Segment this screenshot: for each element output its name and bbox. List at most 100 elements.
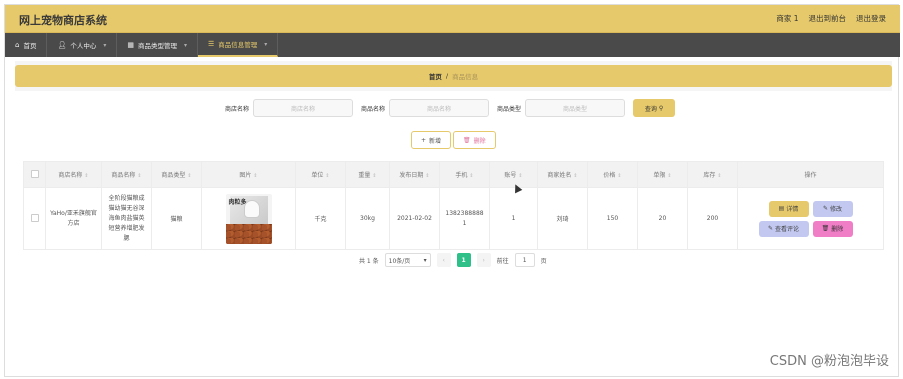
watermark: CSDN @粉泡泡毕设 [769,354,889,369]
logout-link[interactable]: 退出登录 [856,13,886,24]
nav-item-home[interactable]: ⌂ 首页 [5,33,48,57]
product-name-label: 商品名称 [361,105,386,113]
col-merchant[interactable]: 商家姓名 ⇕ [537,161,588,188]
edit-button[interactable]: ✎ 修改 [812,200,853,217]
sort-icon: ⇕ [667,173,672,179]
sort-icon: ⇕ [187,173,192,179]
nav-item-profile[interactable]: 👤︎ 个人中心 ▾ [47,33,118,57]
cell-operations: ▤ 详情 ✎ 修改 ✎ 查看评论 🗑︎ 删除 [737,187,884,250]
header-links: 商家 1 退出到前台 退出登录 [776,13,886,24]
col-product[interactable]: 商品名称 ⇕ [101,161,152,188]
batch-delete-button[interactable]: 🗑︎ 删除 [453,131,496,149]
sort-icon: ⇕ [518,173,523,179]
sort-icon: ⇕ [717,173,722,179]
product-name-input[interactable]: 商品名称 [389,99,490,117]
sort-icon: ⇕ [617,173,622,179]
sort-icon: ⇕ [372,173,377,179]
search-icon: ⚲ [658,104,664,112]
product-type-input[interactable]: 商品类型 [525,99,626,117]
breadcrumb-separator: / [445,72,449,80]
col-unit[interactable]: 单位 ⇕ [295,161,346,188]
sort-icon: ⇕ [573,173,578,179]
table-header-row: 商店名称 ⇕ 商品名称 ⇕ 商品类型 ⇕ 图片 ⇕ 单位 ⇕ 重量 ⇕ 发布日期 ⇕ 手机 ⇕ … [23,161,884,188]
page-size-value: 10条/页 [388,257,411,265]
main-panel: 商店名称 商店名称 商品名称 商品名称 商品类型 商品类型 查询 ⚲ + 新增 … [15,91,892,275]
row-select-cell[interactable] [23,187,46,250]
edit-icon: ✎ [767,225,773,232]
col-price[interactable]: 价格 ⇕ [587,161,638,188]
chevron-down-icon: ▾ [264,40,268,48]
nav-item-products[interactable]: ☰ 商品信息管理 ▾ [198,33,279,57]
prev-page-button[interactable]: ‹ [436,253,451,267]
select-all-cell[interactable] [23,161,46,188]
action-buttons: + 新增 🗑︎ 删除 [411,131,496,149]
select-all-checkbox[interactable] [30,169,39,178]
detail-button[interactable]: ▤ 详情 [768,200,809,217]
edit-label: 修改 [830,206,843,213]
breadcrumb-home[interactable]: 首页 [429,71,442,81]
cell-price: 150 [587,187,638,250]
add-label: 新增 [429,137,442,145]
nav-label: 首页 [23,42,37,50]
breadcrumb-current: 商品信息 [452,73,479,81]
chevron-down-icon: ▾ [423,256,427,264]
chevron-down-icon: ▾ [103,41,107,49]
next-page-button[interactable]: › [476,253,491,267]
content-area: 首页 / 商品信息 商店名称 商店名称 商品名称 商品名称 商品类型 商品类型 … [15,61,892,275]
row-checkbox[interactable] [30,213,39,222]
sort-icon: ⇕ [425,173,430,179]
product-kibble [225,223,272,244]
app-frame: 网上宠物商店系统 商家 1 退出到前台 退出登录 ⌂ 首页 👤︎ 个人中心 ▾ … [4,4,900,377]
sort-icon: ⇕ [84,173,89,179]
nav-item-category[interactable]: ▦ 商品类型管理 ▾ [117,33,198,57]
col-image[interactable]: 图片 ⇕ [201,161,296,188]
chevron-left-icon: ‹ [442,256,445,264]
cell-weight: 30kg [345,187,390,250]
remove-label: 删除 [831,226,844,233]
product-image[interactable]: 肉粒多 [225,193,272,244]
cell-merchant: 刘琦 [537,187,588,250]
page-size-select[interactable]: 10条/页 ▾ [384,253,431,267]
user-icon: 👤︎ [57,41,67,49]
search-bar: 商店名称 商店名称 商品名称 商品名称 商品类型 商品类型 查询 ⚲ [225,99,676,117]
col-weight[interactable]: 重量 ⇕ [345,161,390,188]
breadcrumb: 首页 / 商品信息 [15,65,892,87]
delete-row-button[interactable]: 🗑︎ 删除 [812,220,853,237]
col-account[interactable]: 账号 ⇕ [489,161,538,188]
cell-product: 全阶段猫粮成猫幼猫无谷深海鱼肉盐猫英短营养增肥发腮 [101,187,152,250]
col-store[interactable]: 商店名称 ⇕ [45,161,102,188]
nav-label: 商品信息管理 [218,41,258,49]
store-name-label: 商店名称 [225,105,250,113]
exit-to-frontend-link[interactable]: 退出到前台 [809,13,847,24]
merchant-name: 商家 1 [776,14,799,23]
add-button[interactable]: + 新增 [411,131,452,149]
nav-label: 商品类型管理 [137,42,177,50]
product-table: 商店名称 ⇕ 商品名称 ⇕ 商品类型 ⇕ 图片 ⇕ 单位 ⇕ 重量 ⇕ 发布日期 ⇕ 手机 ⇕ … [23,161,884,250]
sort-icon: ⇕ [325,173,330,179]
goto-page-input[interactable]: 1 [514,253,535,267]
product-type-label: 商品类型 [497,105,522,113]
cell-unit: 千克 [295,187,346,250]
col-phone[interactable]: 手机 ⇕ [439,161,490,188]
col-stock[interactable]: 库存 ⇕ [687,161,738,188]
col-type[interactable]: 商品类型 ⇕ [151,161,202,188]
total-count: 共 1 条 [359,257,379,265]
box-icon: ▦ [127,41,134,49]
view-comments-button[interactable]: ✎ 查看评论 [758,220,809,237]
home-icon: ⌂ [15,41,20,49]
cell-type: 猫粮 [151,187,202,250]
store-name-input[interactable]: 商店名称 [253,99,354,117]
col-limit[interactable]: 单限 ⇕ [637,161,688,188]
chevron-right-icon: › [482,256,485,264]
operation-buttons: ▤ 详情 ✎ 修改 ✎ 查看评论 🗑︎ 删除 [738,200,883,237]
page-unit-label: 页 [540,257,547,265]
sort-icon: ⇕ [469,173,474,179]
cell-stock: 200 [687,187,738,250]
page-number-current[interactable]: 1 [456,253,471,267]
col-date[interactable]: 发布日期 ⇕ [389,161,440,188]
doc-icon: ▤ [778,205,785,212]
comment-label: 查看评论 [775,226,800,233]
table-row: YaHo/亚禾旗舰官方店 全阶段猫粮成猫幼猫无谷深海鱼肉盐猫英短营养增肥发腮 猫… [23,187,884,250]
top-header: 网上宠物商店系统 商家 1 退出到前台 退出登录 [5,5,900,33]
search-button[interactable]: 查询 ⚲ [633,99,676,117]
